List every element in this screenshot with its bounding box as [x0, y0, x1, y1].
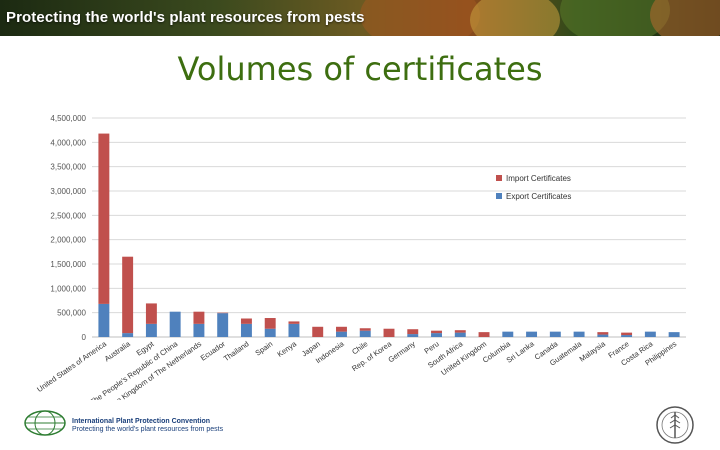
x-tick-label: Sri Lanka [505, 339, 537, 365]
y-tick-label: 2,500,000 [50, 211, 86, 220]
bar-export [169, 311, 181, 337]
x-tick-label: Australia [103, 339, 133, 364]
bar-import [122, 256, 134, 334]
x-tick-label: Spain [253, 339, 274, 357]
bar-export [573, 331, 585, 337]
x-tick-label: Kenya [276, 339, 299, 359]
bar-import [478, 332, 490, 337]
bar-import [336, 326, 347, 332]
banner-leaf-decoration [470, 0, 560, 36]
bar-export [336, 331, 347, 337]
legend-swatch [496, 193, 502, 199]
bars-layer [98, 133, 680, 337]
ticks-layer: 0 500,000 1,000,000 1,500,000 2,000,000 2,500… [50, 114, 86, 342]
x-tick-label: Malaysia [578, 339, 608, 364]
y-tick-label: 3,000,000 [50, 187, 86, 196]
bar-export [526, 331, 538, 337]
bar-export [407, 334, 419, 337]
page-title: Volumes of certificates [177, 50, 543, 88]
y-tick-label: 4,000,000 [50, 138, 86, 147]
bar-export [597, 334, 609, 337]
bar-export [193, 323, 205, 337]
banner-leaf-decoration [650, 0, 720, 36]
y-tick-label: 3,500,000 [50, 163, 86, 172]
header-banner: Protecting the world's plant resources f… [0, 0, 720, 36]
legend-label: Export Certificates [506, 192, 571, 201]
bar-import [288, 321, 300, 324]
bar-import [193, 311, 205, 324]
bar-export [359, 330, 371, 337]
fao-emblem-icon [656, 406, 694, 444]
bar-export [217, 313, 229, 337]
bar-import [383, 328, 395, 337]
y-tick-label: 0 [82, 333, 87, 342]
bar-export [502, 331, 514, 337]
legend-label: Import Certificates [506, 174, 571, 183]
bar-export [122, 333, 134, 337]
bar-export [240, 323, 252, 337]
bar-export [431, 333, 442, 337]
bar-import [407, 329, 419, 335]
y-tick-label: 4,500,000 [50, 114, 86, 123]
bar-export [145, 323, 157, 337]
footer-org-name: International Plant Protection Conventio… [72, 418, 211, 425]
x-tick-label: Germany [386, 339, 417, 364]
bar-import [454, 330, 466, 333]
y-tick-label: 2,000,000 [50, 236, 86, 245]
bar-export [264, 328, 276, 337]
x-tick-label: Ecuador [199, 339, 227, 363]
bar-import [597, 332, 609, 335]
bar-export [98, 303, 110, 337]
bar-import [98, 133, 110, 304]
bar-chart: 0 500,000 1,000,000 1,500,000 2,000,000 2,500… [35, 114, 686, 400]
legend: Import Certificates Export Certificates [496, 174, 571, 201]
bar-import [359, 328, 371, 331]
x-tick-label: Thailand [222, 339, 251, 363]
y-tick-label: 1,500,000 [50, 260, 86, 269]
footer-tagline: Protecting the world's plant resources f… [72, 426, 224, 433]
banner-text: Protecting the world's plant resources f… [6, 9, 365, 26]
bar-import [264, 318, 276, 329]
bar-export [621, 335, 633, 337]
x-labels-layer: United States of AmericaAustralia EgyptTh… [35, 339, 678, 400]
bar-import [621, 332, 633, 336]
bar-export [644, 331, 656, 337]
y-tick-label: 1,000,000 [50, 284, 86, 293]
bar-export [549, 331, 561, 337]
bar-export [288, 323, 300, 337]
bar-import [145, 303, 157, 324]
legend-swatch [496, 175, 502, 181]
globe-icon [24, 410, 66, 436]
banner-leaf-decoration [360, 0, 480, 36]
bar-import [312, 326, 324, 337]
grid-layer [92, 117, 686, 338]
x-tick-label: United States of America [35, 339, 108, 394]
y-tick-label: 500,000 [57, 309, 86, 318]
bar-import [240, 318, 252, 324]
bar-export [668, 332, 680, 337]
bar-import [431, 330, 442, 334]
bar-export [454, 332, 466, 337]
footer-text: International Plant Protection Conventio… [72, 418, 223, 434]
